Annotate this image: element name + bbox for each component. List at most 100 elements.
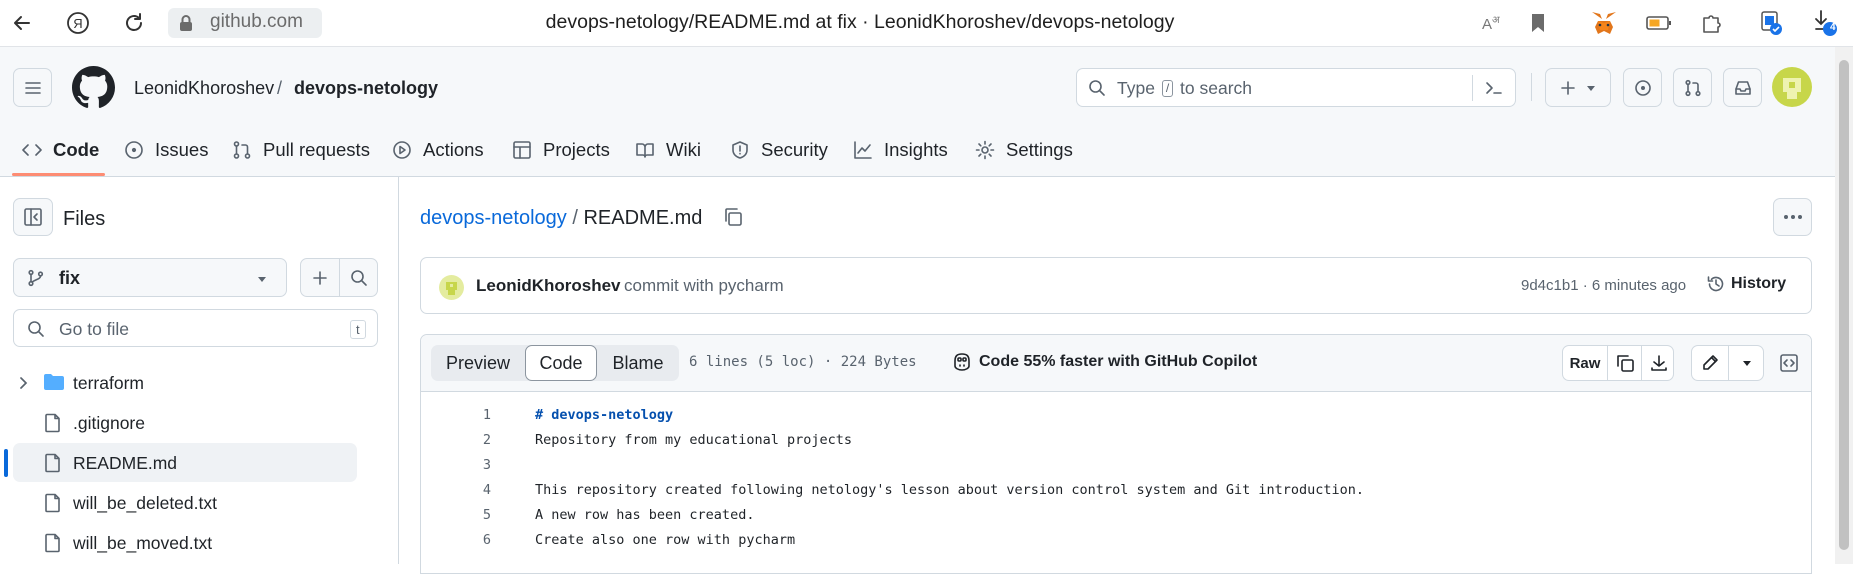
line-content: A new row has been created. — [535, 507, 755, 523]
branch-selector[interactable]: fix — [13, 258, 287, 297]
bookmark-button[interactable] — [1523, 8, 1553, 38]
extension-button[interactable] — [1697, 8, 1727, 38]
symbols-panel-button[interactable] — [1774, 345, 1804, 381]
tab-security[interactable]: Security — [730, 137, 828, 163]
file-actions-group — [300, 258, 378, 297]
line-number[interactable]: 1 — [421, 407, 491, 423]
git-branch-icon — [28, 269, 44, 287]
commit-hash-time[interactable]: 9d4c1b1 · 6 minutes ago — [1521, 277, 1686, 294]
code-line: 4 This repository created following neto… — [421, 478, 1811, 503]
identicon-icon — [446, 282, 457, 295]
code-square-icon — [1780, 354, 1798, 372]
caret-down-icon — [1587, 85, 1595, 91]
create-new-button[interactable] — [1545, 68, 1611, 107]
download-count: 4 — [1830, 22, 1836, 33]
pull-requests-button[interactable] — [1673, 68, 1712, 107]
edit-menu-button[interactable] — [1729, 346, 1764, 380]
book-icon — [636, 143, 654, 158]
user-avatar[interactable] — [1772, 67, 1812, 107]
folder-icon — [44, 374, 64, 390]
profile-extension[interactable] — [1756, 8, 1786, 38]
puzzle-icon — [1703, 15, 1721, 33]
tab-wiki-label: Wiki — [666, 139, 701, 160]
copilot-promo-link[interactable]: Code 55% faster with GitHub Copilot — [951, 352, 1257, 372]
tree-item-file[interactable]: .gitignore — [13, 403, 357, 442]
line-number[interactable]: 3 — [421, 457, 491, 473]
go-to-file-input[interactable]: Go to file t — [13, 309, 378, 347]
breadcrumb-separator: / — [572, 207, 578, 229]
add-file-button[interactable] — [301, 259, 339, 296]
scrollbar-thumb[interactable] — [1839, 60, 1849, 550]
issues-button[interactable] — [1623, 68, 1662, 107]
downloads-button[interactable]: 4 — [1810, 8, 1840, 38]
collapse-sidebar-button[interactable] — [13, 198, 53, 236]
code-icon — [22, 144, 42, 156]
tab-pull-requests[interactable]: Pull requests — [232, 137, 370, 163]
file-icon — [45, 453, 60, 473]
tab-settings-label: Settings — [1006, 139, 1073, 160]
bookmark-icon — [1532, 14, 1544, 32]
commit-author-avatar[interactable] — [439, 275, 464, 300]
command-palette-icon[interactable] — [1484, 79, 1504, 97]
search-input[interactable]: Type / to search — [1076, 68, 1516, 107]
edit-file-button[interactable] — [1692, 346, 1728, 380]
tree-item-file[interactable]: will_be_moved.txt — [13, 523, 357, 562]
copy-path-button[interactable] — [722, 206, 746, 230]
plus-icon — [313, 270, 327, 285]
translate-button[interactable]: Aअ — [1478, 8, 1508, 38]
translate-icon: Aअ — [1482, 15, 1500, 33]
download-raw-button[interactable] — [1642, 346, 1675, 380]
repo-owner-link[interactable]: LeonidKhoroshev — [134, 78, 274, 99]
preview-tab[interactable]: Preview — [431, 345, 525, 381]
tree-item-file-selected[interactable]: README.md — [13, 443, 357, 482]
battery-extension[interactable] — [1644, 8, 1674, 38]
plus-icon — [1561, 80, 1575, 95]
tab-projects[interactable]: Projects — [512, 137, 610, 163]
inbox-button[interactable] — [1723, 68, 1762, 107]
raw-button[interactable]: Raw — [1563, 346, 1607, 380]
tab-issues[interactable]: Issues — [124, 137, 208, 163]
line-number[interactable]: 4 — [421, 482, 491, 498]
tab-wiki[interactable]: Wiki — [635, 137, 701, 163]
chevron-right-icon[interactable] — [18, 376, 30, 390]
code-tab[interactable]: Code — [525, 345, 597, 381]
tab-settings[interactable]: Settings — [975, 137, 1073, 163]
line-number[interactable]: 2 — [421, 432, 491, 448]
tab-insights-label: Insights — [884, 139, 948, 160]
search-files-button[interactable] — [340, 259, 378, 296]
copy-icon — [725, 208, 742, 226]
tab-actions[interactable]: Actions — [392, 137, 484, 163]
commit-message[interactable]: commit with pycharm — [624, 276, 784, 296]
menu-button[interactable] — [13, 68, 52, 107]
caret-down-icon — [258, 277, 266, 282]
play-icon — [393, 141, 411, 159]
line-content: This repository created following netolo… — [535, 482, 1365, 498]
line-number[interactable]: 6 — [421, 532, 491, 548]
tree-item-label: .gitignore — [73, 413, 145, 433]
edit-group — [1691, 345, 1764, 381]
profile-badge-icon — [1761, 11, 1782, 35]
breadcrumb-repo-link[interactable]: devops-netology — [420, 207, 567, 229]
commit-author[interactable]: LeonidKhoroshev — [476, 276, 621, 296]
copy-raw-button[interactable] — [1608, 346, 1641, 380]
tree-item-file[interactable]: will_be_deleted.txt — [13, 483, 357, 522]
files-heading: Files — [63, 208, 106, 230]
copilot-icon — [954, 353, 970, 371]
tab-insights[interactable]: Insights — [853, 137, 948, 163]
more-options-button[interactable] — [1773, 198, 1812, 236]
repo-name-link[interactable]: devops-netology — [294, 78, 438, 99]
history-button[interactable]: History — [1706, 274, 1786, 294]
line-content: # devops-netology — [535, 407, 674, 423]
browser-toolbar: Я github.com devops-netology/README.md a… — [0, 0, 1853, 47]
blame-tab[interactable]: Blame — [597, 345, 679, 381]
tab-code[interactable]: Code — [22, 137, 99, 163]
code-line: 1 # devops-netology — [421, 403, 1811, 428]
metamask-extension[interactable] — [1589, 8, 1619, 38]
sidebar-collapse-icon — [24, 208, 42, 226]
code-line: 3 — [421, 453, 1811, 478]
tree-item-folder[interactable]: terraform — [13, 363, 357, 402]
github-logo[interactable] — [72, 66, 115, 109]
gear-icon — [975, 140, 995, 160]
file-icon — [45, 493, 60, 513]
line-number[interactable]: 5 — [421, 507, 491, 523]
